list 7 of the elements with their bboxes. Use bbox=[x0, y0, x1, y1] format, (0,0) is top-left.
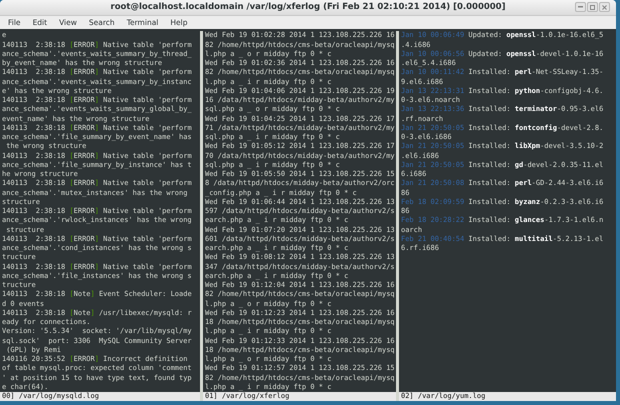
minimize-button[interactable] bbox=[575, 2, 586, 12]
maximize-icon bbox=[590, 4, 595, 10]
close-button[interactable] bbox=[599, 2, 610, 12]
minimize-icon bbox=[578, 6, 583, 8]
maximize-button[interactable] bbox=[587, 2, 598, 12]
window-title: root@localhost.localdomain /var/log/xferlog (Fri Feb 21 02:10:21 2014) [0.000000] bbox=[110, 2, 506, 12]
close-icon bbox=[602, 4, 607, 10]
